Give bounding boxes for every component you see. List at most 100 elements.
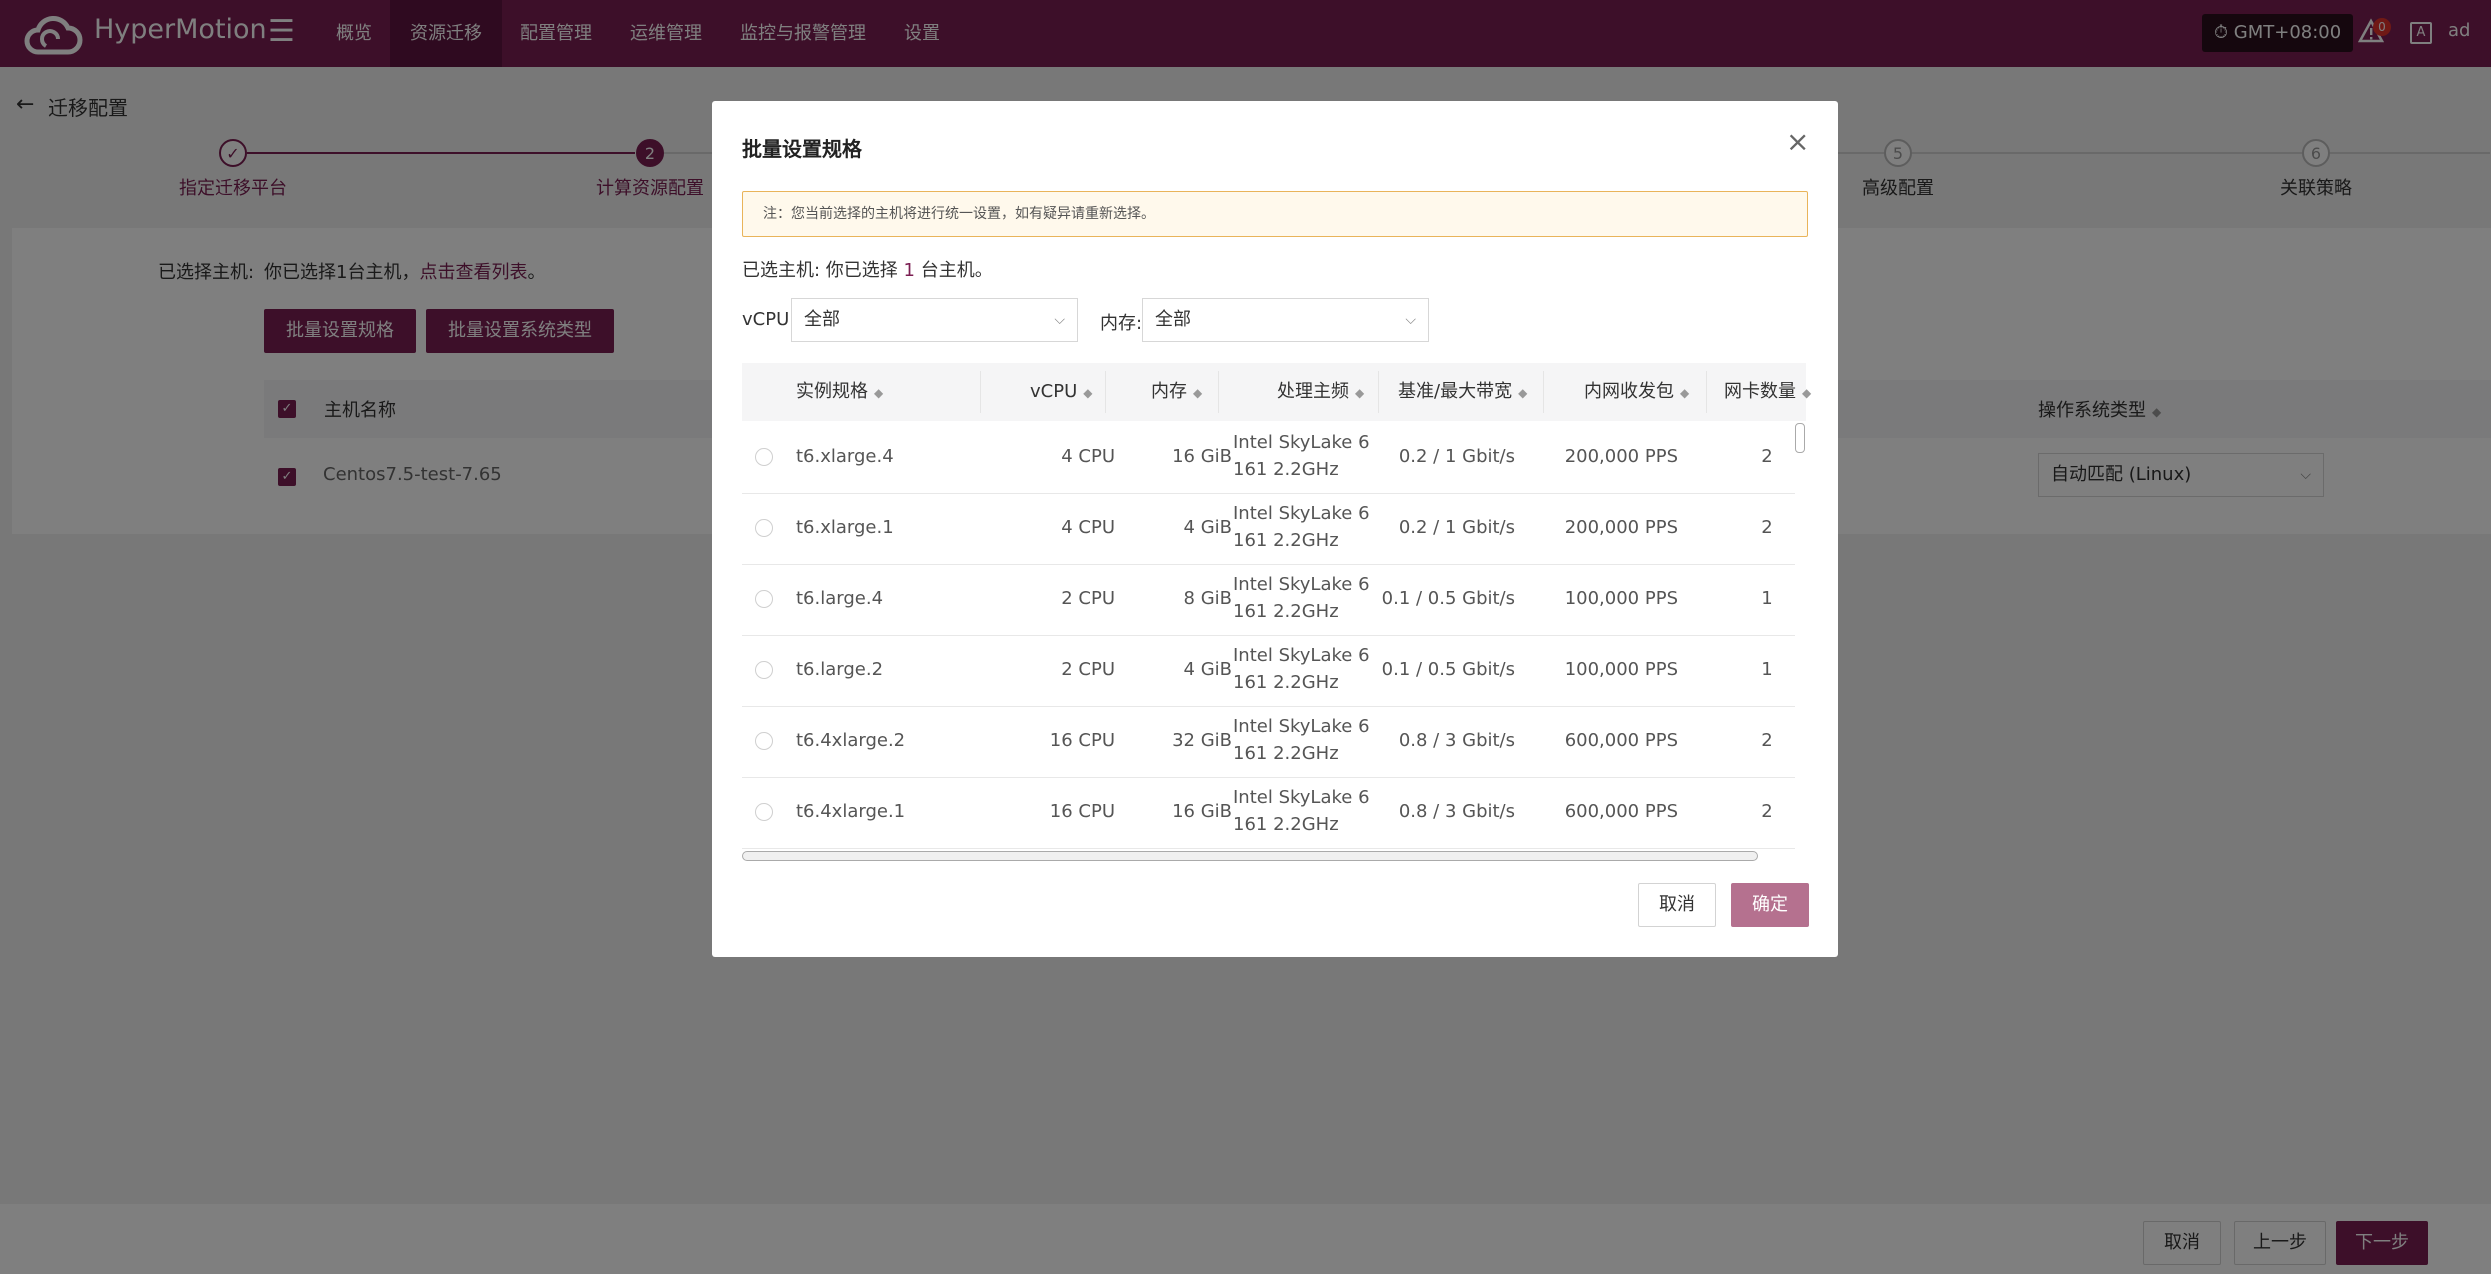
memory-cell: 16 GiB xyxy=(1172,801,1232,822)
cpu-freq-line2: 161 2.2GHz xyxy=(1233,743,1339,764)
col-label: 网卡数量 xyxy=(1724,381,1796,402)
row-radio[interactable] xyxy=(755,448,773,466)
memory-cell: 32 GiB xyxy=(1172,730,1232,751)
bandwidth-cell: 0.2 / 1 Gbit/s xyxy=(1398,517,1515,538)
modal-selected-text: 已选主机: 你已选择 1 台主机。 xyxy=(742,256,993,282)
pps-cell: 600,000 PPS xyxy=(1564,801,1678,822)
memory-cell: 16 GiB xyxy=(1172,446,1232,467)
col-label: 内存 xyxy=(1151,381,1187,402)
spec-cell: t6.large.2 xyxy=(796,659,884,680)
sort-icon: ◆ xyxy=(1193,386,1203,400)
cpu-freq-line1: Intel SkyLake 6 xyxy=(1233,787,1370,808)
vertical-scrollbar[interactable] xyxy=(1795,423,1805,453)
column-divider xyxy=(1218,371,1219,413)
col-pps[interactable]: 内网收发包 ◆ xyxy=(1584,363,1689,421)
notice-banner: 注：您当前选择的主机将进行统一设置，如有疑异请重新选择。 xyxy=(742,191,1808,237)
cpu-freq-line2: 161 2.2GHz xyxy=(1233,601,1339,622)
table-row[interactable]: t6.xlarge.1 4 CPU 4 GiB Intel SkyLake 6 … xyxy=(742,493,1795,565)
memory-filter-label: 内存: xyxy=(1100,313,1143,334)
cpu-freq-line2: 161 2.2GHz xyxy=(1233,530,1339,551)
col-cpu-freq[interactable]: 处理主频 ◆ xyxy=(1277,363,1364,421)
table-row[interactable]: t6.xlarge.4 4 CPU 16 GiB Intel SkyLake 6… xyxy=(742,422,1795,494)
modal-selected-count: 1 xyxy=(903,260,915,281)
vcpu-cell: 4 CPU xyxy=(1061,446,1115,467)
vcpu-cell: 16 CPU xyxy=(1049,730,1115,751)
col-nic-count[interactable]: 网卡数量 ◆ xyxy=(1724,363,1811,421)
column-divider xyxy=(1378,371,1379,413)
sort-icon: ◆ xyxy=(1355,386,1365,400)
col-memory[interactable]: 内存 ◆ xyxy=(1151,363,1202,421)
modal-cancel-button[interactable]: 取消 xyxy=(1638,883,1716,927)
nic-cell: 2 xyxy=(1761,730,1773,751)
horizontal-scrollbar[interactable] xyxy=(742,851,1758,861)
bandwidth-cell: 0.8 / 3 Gbit/s xyxy=(1398,801,1515,822)
memory-cell: 4 GiB xyxy=(1183,517,1232,538)
bandwidth-cell: 0.8 / 3 Gbit/s xyxy=(1398,730,1515,751)
nic-cell: 2 xyxy=(1761,517,1773,538)
pps-cell: 600,000 PPS xyxy=(1564,730,1678,751)
col-label: 内网收发包 xyxy=(1584,381,1674,402)
column-divider xyxy=(1543,371,1544,413)
sort-icon: ◆ xyxy=(1802,386,1812,400)
col-vcpu[interactable]: vCPU ◆ xyxy=(1030,363,1092,421)
vcpu-filter-select[interactable]: 全部 ⌵ xyxy=(791,298,1078,342)
memory-cell: 4 GiB xyxy=(1183,659,1232,680)
pps-cell: 100,000 PPS xyxy=(1564,588,1678,609)
bandwidth-cell: 0.2 / 1 Gbit/s xyxy=(1398,446,1515,467)
cpu-freq-line1: Intel SkyLake 6 xyxy=(1233,716,1370,737)
row-radio[interactable] xyxy=(755,590,773,608)
col-label: vCPU xyxy=(1030,381,1078,402)
spec-cell: t6.xlarge.1 xyxy=(796,517,894,538)
pps-cell: 200,000 PPS xyxy=(1564,446,1678,467)
nic-cell: 1 xyxy=(1761,659,1773,680)
spec-cell: t6.xlarge.4 xyxy=(796,446,894,467)
col-bandwidth[interactable]: 基准/最大带宽 ◆ xyxy=(1398,363,1527,421)
cpu-freq-line1: Intel SkyLake 6 xyxy=(1233,503,1370,524)
bandwidth-cell: 0.1 / 0.5 Gbit/s xyxy=(1381,588,1515,609)
nic-cell: 1 xyxy=(1761,588,1773,609)
vcpu-filter-value: 全部 xyxy=(804,309,840,330)
modal-selected-post: 台主机。 xyxy=(914,260,993,281)
vcpu-cell: 2 CPU xyxy=(1061,588,1115,609)
row-radio[interactable] xyxy=(755,661,773,679)
modal-selected-pre: 已选主机: 你已选择 xyxy=(742,260,904,281)
sort-icon: ◆ xyxy=(1518,386,1528,400)
spec-cell: t6.4xlarge.1 xyxy=(796,801,906,822)
vcpu-filter-label: vCPU: xyxy=(742,309,796,330)
batch-spec-modal: 批量设置规格 × 注：您当前选择的主机将进行统一设置，如有疑异请重新选择。 已选… xyxy=(712,101,1838,957)
column-divider xyxy=(1105,371,1106,413)
row-radio[interactable] xyxy=(755,803,773,821)
close-icon[interactable]: × xyxy=(1786,125,1809,158)
nic-cell: 2 xyxy=(1761,446,1773,467)
spec-cell: t6.large.4 xyxy=(796,588,884,609)
table-row[interactable]: t6.large.2 2 CPU 4 GiB Intel SkyLake 6 1… xyxy=(742,635,1795,707)
vcpu-cell: 4 CPU xyxy=(1061,517,1115,538)
col-label: 基准/最大带宽 xyxy=(1398,381,1513,402)
cpu-freq-line2: 161 2.2GHz xyxy=(1233,814,1339,835)
row-radio[interactable] xyxy=(755,732,773,750)
bandwidth-cell: 0.1 / 0.5 Gbit/s xyxy=(1381,659,1515,680)
chevron-down-icon: ⌵ xyxy=(1054,312,1065,328)
chevron-down-icon: ⌵ xyxy=(1405,312,1416,328)
vcpu-cell: 2 CPU xyxy=(1061,659,1115,680)
pps-cell: 200,000 PPS xyxy=(1564,517,1678,538)
sort-icon: ◆ xyxy=(874,386,884,400)
cpu-freq-line1: Intel SkyLake 6 xyxy=(1233,432,1370,453)
modal-ok-button[interactable]: 确定 xyxy=(1731,883,1809,927)
memory-filter-value: 全部 xyxy=(1155,309,1191,330)
table-row[interactable]: t6.4xlarge.1 16 CPU 16 GiB Intel SkyLake… xyxy=(742,777,1795,849)
nic-cell: 2 xyxy=(1761,801,1773,822)
col-label: 处理主频 xyxy=(1277,381,1349,402)
col-label: 实例规格 xyxy=(796,381,868,402)
row-radio[interactable] xyxy=(755,519,773,537)
table-row[interactable]: t6.large.4 2 CPU 8 GiB Intel SkyLake 6 1… xyxy=(742,564,1795,636)
column-divider xyxy=(1706,371,1707,413)
memory-filter-select[interactable]: 全部 ⌵ xyxy=(1142,298,1429,342)
modal-title: 批量设置规格 xyxy=(742,137,862,161)
pps-cell: 100,000 PPS xyxy=(1564,659,1678,680)
spec-cell: t6.4xlarge.2 xyxy=(796,730,906,751)
memory-cell: 8 GiB xyxy=(1183,588,1232,609)
sort-icon: ◆ xyxy=(1680,386,1690,400)
table-row[interactable]: t6.4xlarge.2 16 CPU 32 GiB Intel SkyLake… xyxy=(742,706,1795,778)
col-instance-spec[interactable]: 实例规格 ◆ xyxy=(796,363,883,421)
